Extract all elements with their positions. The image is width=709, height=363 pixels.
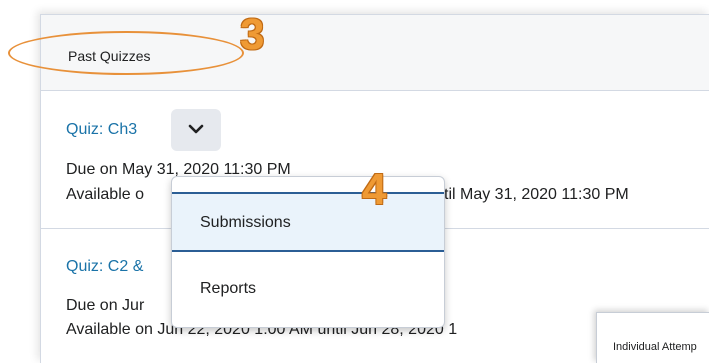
quiz-actions-dropdown-button[interactable] [171,109,221,151]
chevron-down-icon [188,124,204,134]
quiz-link-c2[interactable]: Quiz: C2 & [66,258,143,276]
quiz-link-ch3[interactable]: Quiz: Ch3 [66,121,137,139]
annotation-step-number: 4 [362,165,387,214]
menu-item-label: Reports [200,280,257,297]
quiz-availability-end: til May 31, 2020 11:30 PM [444,186,629,203]
menu-item-label: Submissions [200,214,291,231]
menu-item-submissions[interactable]: Submissions [172,192,444,252]
overlay-window-label: Individual Attemp [613,341,697,353]
annotation-step-number: 3 [240,10,265,59]
overlay-window: Individual Attemp [596,312,709,363]
quiz-context-menu: Submissions Reports [171,176,445,328]
quiz-availability-start: Available o [66,186,144,203]
menu-item-reports[interactable]: Reports [172,260,444,320]
quiz-due-date: Due on Jur [66,297,145,314]
annotation-highlight-ellipse [8,31,244,75]
